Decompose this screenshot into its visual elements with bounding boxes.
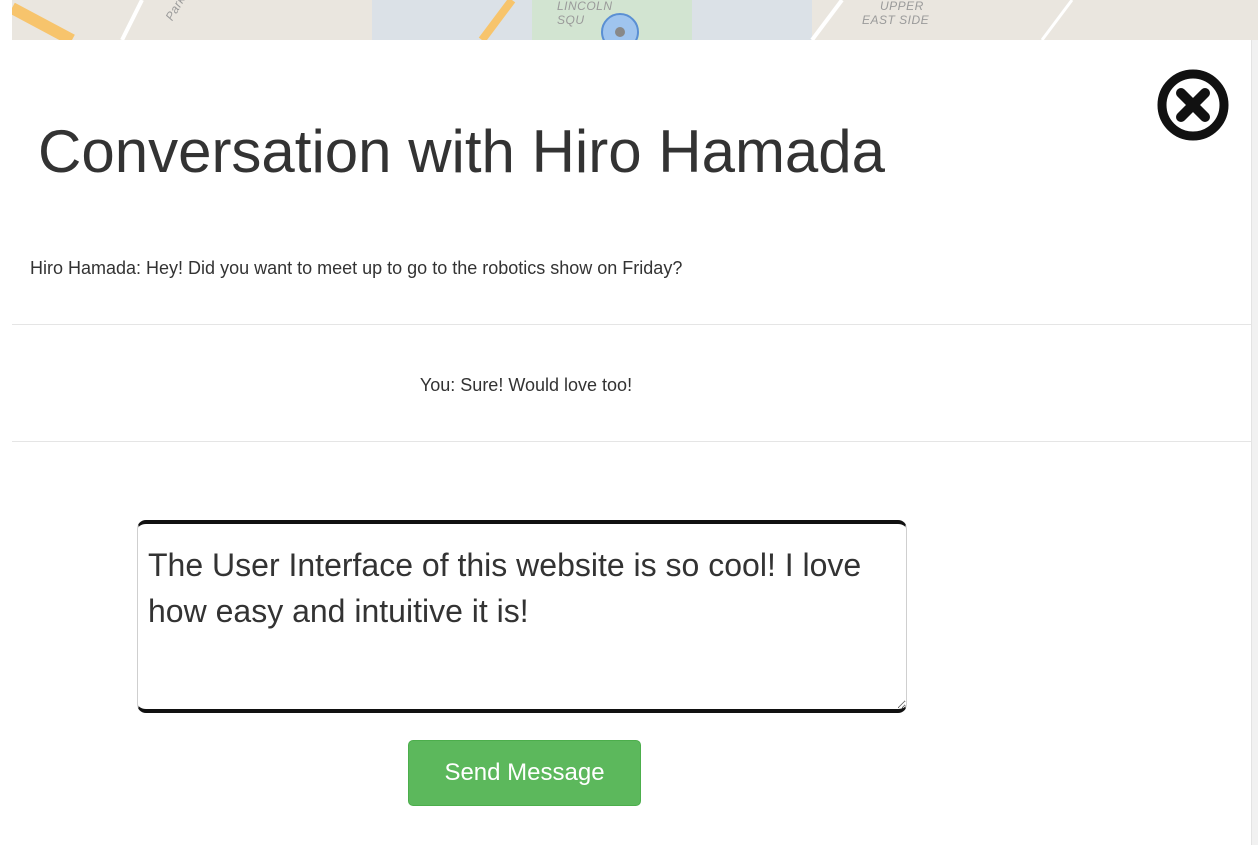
map-roads bbox=[12, 0, 1258, 40]
background-map: Park LINCOLN SQU UPPER EAST SIDE bbox=[12, 0, 1258, 40]
message-divider bbox=[12, 441, 1252, 442]
scrollbar[interactable] bbox=[1251, 40, 1258, 845]
conversation-dialog: Conversation with Hiro Hamada Hiro Hamad… bbox=[12, 40, 1252, 845]
send-message-button[interactable]: Send Message bbox=[408, 740, 641, 806]
map-label-east-side: EAST SIDE bbox=[862, 13, 930, 27]
map-label-square: SQU bbox=[557, 13, 585, 27]
dialog-title: Conversation with Hiro Hamada bbox=[38, 118, 886, 185]
message-from-you: You: Sure! Would love too! bbox=[419, 375, 633, 395]
map-label-lincoln: LINCOLN bbox=[557, 0, 613, 13]
close-button[interactable] bbox=[1155, 67, 1231, 143]
message-divider bbox=[12, 324, 1252, 325]
message-from-contact: Hiro Hamada: Hey! Did you want to meet u… bbox=[30, 258, 683, 278]
circle-x-icon bbox=[1157, 69, 1229, 141]
map-label-upper: UPPER bbox=[880, 0, 924, 13]
message-input[interactable]: The User Interface of this website is so… bbox=[137, 520, 907, 713]
